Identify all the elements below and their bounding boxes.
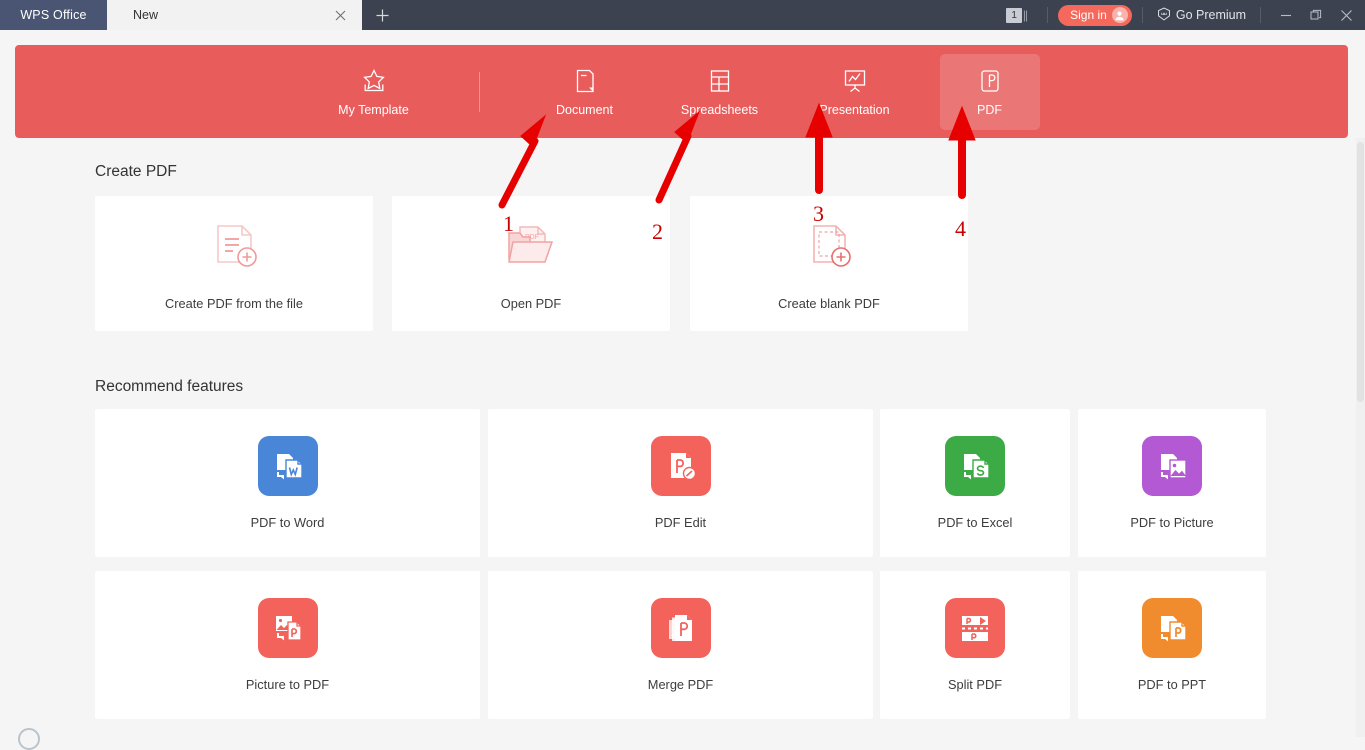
sign-in-button[interactable]: Sign in bbox=[1058, 5, 1132, 26]
divider bbox=[1260, 7, 1261, 23]
scrollbar-thumb[interactable] bbox=[1357, 142, 1364, 402]
pdf-to-excel-icon bbox=[945, 436, 1005, 496]
page-count-indicator[interactable]: 1 || bbox=[1006, 8, 1027, 23]
pdf-file-icon bbox=[975, 66, 1005, 96]
tab-label: New bbox=[133, 8, 330, 22]
divider bbox=[1047, 7, 1048, 23]
feature-card-pdf-to-excel[interactable]: PDF to Excel bbox=[880, 409, 1070, 557]
avatar bbox=[1112, 7, 1128, 23]
close-icon[interactable] bbox=[1331, 0, 1361, 30]
feature-card-pdf-to-ppt[interactable]: PDF to PPT bbox=[1078, 571, 1266, 719]
crown-icon bbox=[1157, 7, 1171, 24]
folder-pdf-icon: PDF bbox=[500, 217, 562, 280]
card-label: Create blank PDF bbox=[778, 296, 880, 311]
split-pdf-icon bbox=[945, 598, 1005, 658]
feature-card-picture-to-pdf[interactable]: Picture to PDF bbox=[95, 571, 480, 719]
minimize-icon[interactable] bbox=[1271, 0, 1301, 30]
feature-card-pdf-to-picture[interactable]: PDF to Picture bbox=[1078, 409, 1266, 557]
titlebar-spacer bbox=[402, 0, 1006, 30]
nav-divider bbox=[479, 72, 480, 112]
nav-label: PDF bbox=[977, 103, 1002, 117]
title-bar: WPS Office New 1 || Sign in Go Premium bbox=[0, 0, 1365, 30]
feature-label: PDF to PPT bbox=[1138, 677, 1206, 692]
create-pdf-card-blank-pdf[interactable]: Create blank PDF bbox=[690, 196, 968, 331]
star-template-icon bbox=[359, 66, 389, 96]
category-nav: My Template Document Spreadsh bbox=[324, 45, 1040, 138]
feature-label: Picture to PDF bbox=[246, 677, 329, 692]
create-pdf-section-title: Create PDF bbox=[95, 163, 177, 181]
go-premium-label: Go Premium bbox=[1176, 8, 1246, 22]
feature-label: Split PDF bbox=[948, 677, 1002, 692]
merge-pdf-icon bbox=[651, 598, 711, 658]
card-label: Open PDF bbox=[501, 296, 561, 311]
recommend-features-section-title: Recommend features bbox=[95, 378, 243, 396]
feature-card-merge-pdf[interactable]: Merge PDF bbox=[488, 571, 873, 719]
divider bbox=[1142, 7, 1143, 23]
feature-card-pdf-to-word[interactable]: PDF to Word bbox=[95, 409, 480, 557]
card-label: Create PDF from the file bbox=[165, 296, 303, 311]
nav-label: My Template bbox=[338, 103, 409, 117]
pdf-edit-icon bbox=[651, 436, 711, 496]
nav-label: Presentation bbox=[819, 103, 889, 117]
restore-icon[interactable] bbox=[1301, 0, 1331, 30]
pdf-to-ppt-icon bbox=[1142, 598, 1202, 658]
plus-icon[interactable] bbox=[362, 0, 402, 30]
page-count-value: 1 bbox=[1006, 8, 1022, 23]
nav-item-presentation[interactable]: Presentation bbox=[805, 54, 905, 130]
feature-label: PDF to Picture bbox=[1130, 515, 1213, 530]
nav-item-document[interactable]: Document bbox=[535, 54, 635, 130]
bottom-left-circle-widget[interactable] bbox=[18, 728, 40, 750]
wps-office-badge: WPS Office bbox=[0, 0, 107, 30]
feature-label: PDF to Excel bbox=[938, 515, 1013, 530]
nav-label: Spreadsheets bbox=[681, 103, 758, 117]
nav-label: Document bbox=[556, 103, 613, 117]
document-plus-icon bbox=[205, 217, 263, 280]
pdf-to-word-icon bbox=[258, 436, 318, 496]
nav-item-spreadsheets[interactable]: Spreadsheets bbox=[670, 54, 770, 130]
spreadsheet-grid-icon bbox=[705, 66, 735, 96]
pdf-to-picture-icon bbox=[1142, 436, 1202, 496]
create-pdf-card-from-file[interactable]: Create PDF from the file bbox=[95, 196, 373, 331]
feature-card-pdf-edit[interactable]: PDF Edit bbox=[488, 409, 873, 557]
feature-label: Merge PDF bbox=[648, 677, 713, 692]
close-icon[interactable] bbox=[330, 5, 350, 25]
sign-in-label: Sign in bbox=[1070, 8, 1107, 22]
main-content: Create PDF Create PDF from the file PDF … bbox=[0, 138, 1365, 737]
nav-item-pdf[interactable]: PDF bbox=[940, 54, 1040, 130]
category-banner: My Template Document Spreadsh bbox=[15, 45, 1348, 138]
feature-label: PDF to Word bbox=[251, 515, 325, 530]
go-premium-button[interactable]: Go Premium bbox=[1153, 7, 1250, 24]
picture-to-pdf-icon bbox=[258, 598, 318, 658]
titlebar-right-controls: 1 || Sign in Go Premium bbox=[1006, 0, 1365, 30]
document-tab-new[interactable]: New bbox=[107, 0, 362, 30]
document-icon bbox=[570, 66, 600, 96]
feature-card-split-pdf[interactable]: Split PDF bbox=[880, 571, 1070, 719]
nav-item-my-template[interactable]: My Template bbox=[324, 54, 424, 130]
create-pdf-card-open-pdf[interactable]: PDF Open PDF bbox=[392, 196, 670, 331]
presentation-board-icon bbox=[840, 66, 870, 96]
blank-page-plus-icon bbox=[800, 217, 858, 280]
feature-label: PDF Edit bbox=[655, 515, 706, 530]
page-count-bars: || bbox=[1023, 8, 1027, 22]
